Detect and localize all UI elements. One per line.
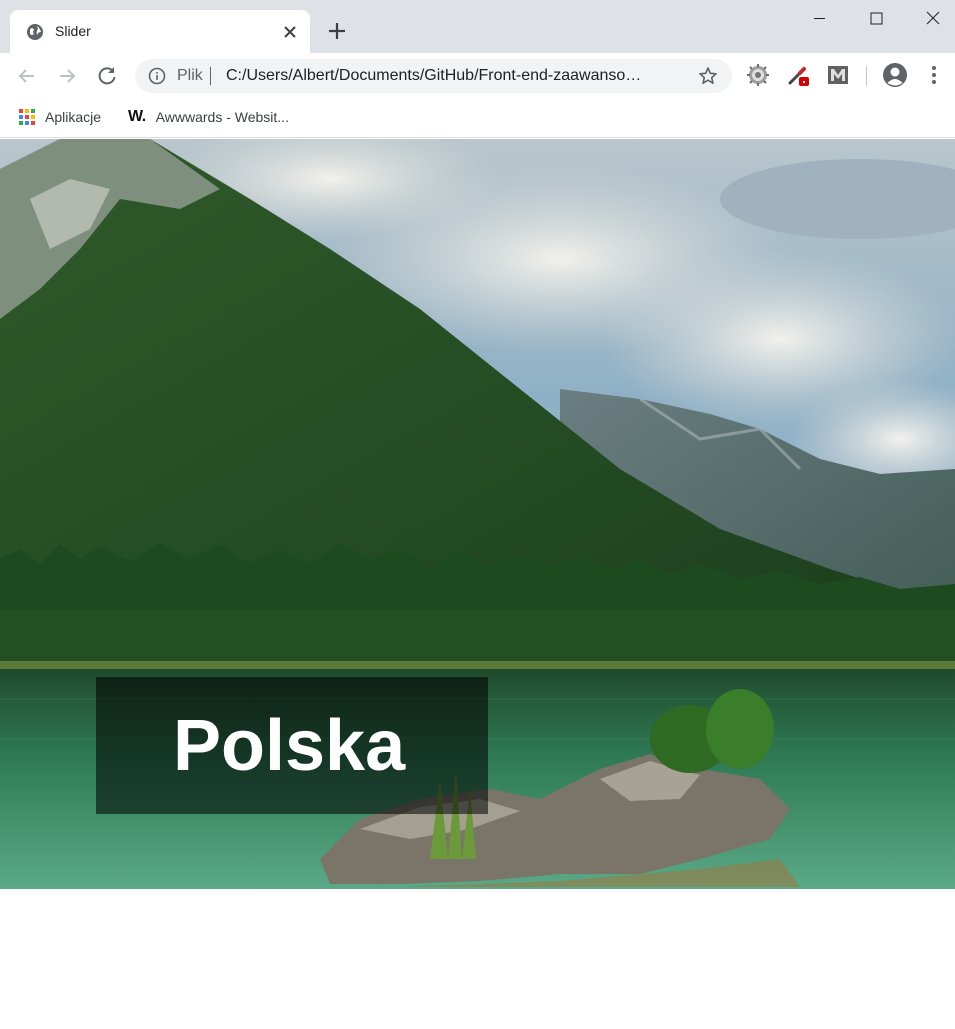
- close-window-icon[interactable]: [910, 0, 955, 36]
- info-icon[interactable]: [148, 67, 166, 85]
- browser-toolbar: Plik C:/Users/Albert/Documents/GitHub/Fr…: [0, 53, 955, 99]
- bookmark-awwwards-label: Awwwards - Websit...: [155, 109, 289, 125]
- toolbar-divider: [866, 66, 867, 86]
- globe-icon: [27, 24, 43, 40]
- page-viewport: Polska: [0, 139, 955, 1029]
- bookmark-star-icon[interactable]: [698, 66, 718, 86]
- apps-grid-icon: [19, 109, 35, 125]
- minimize-icon[interactable]: [796, 0, 842, 36]
- w-logo-icon: W.: [128, 108, 146, 125]
- url-text[interactable]: C:/Users/Albert/Documents/GitHub/Front-e…: [226, 67, 688, 85]
- slide-caption: Polska: [173, 706, 406, 786]
- maximize-icon[interactable]: [853, 0, 899, 36]
- m-extension-icon[interactable]: [826, 63, 850, 87]
- scheme-separator: [210, 67, 211, 85]
- slider: Polska: [0, 139, 955, 889]
- eyedropper-extension-icon[interactable]: [786, 63, 810, 87]
- reload-icon[interactable]: [94, 63, 120, 89]
- gear-extension-icon[interactable]: [746, 63, 770, 87]
- bookmark-awwwards[interactable]: W. Awwwards - Websit...: [128, 107, 289, 127]
- bookmarks-bar: Aplikacje W. Awwwards - Websit...: [0, 99, 955, 138]
- close-tab-icon[interactable]: [280, 22, 300, 42]
- kebab-menu-icon[interactable]: [923, 64, 945, 86]
- back-arrow-icon[interactable]: [14, 63, 40, 89]
- profile-avatar-icon[interactable]: [882, 62, 908, 88]
- tab-title: Slider: [55, 23, 91, 39]
- tab-strip: Slider: [0, 0, 955, 53]
- address-bar[interactable]: Plik C:/Users/Albert/Documents/GitHub/Fr…: [135, 59, 732, 93]
- slide-caption-box: Polska: [96, 677, 488, 814]
- new-tab-icon[interactable]: [326, 20, 348, 42]
- bookmark-apps[interactable]: Aplikacje: [19, 107, 101, 127]
- forward-arrow-icon[interactable]: [54, 63, 80, 89]
- scheme-label: Plik: [177, 67, 203, 84]
- bookmark-apps-label: Aplikacje: [45, 109, 102, 125]
- tab-slider[interactable]: Slider: [10, 10, 310, 53]
